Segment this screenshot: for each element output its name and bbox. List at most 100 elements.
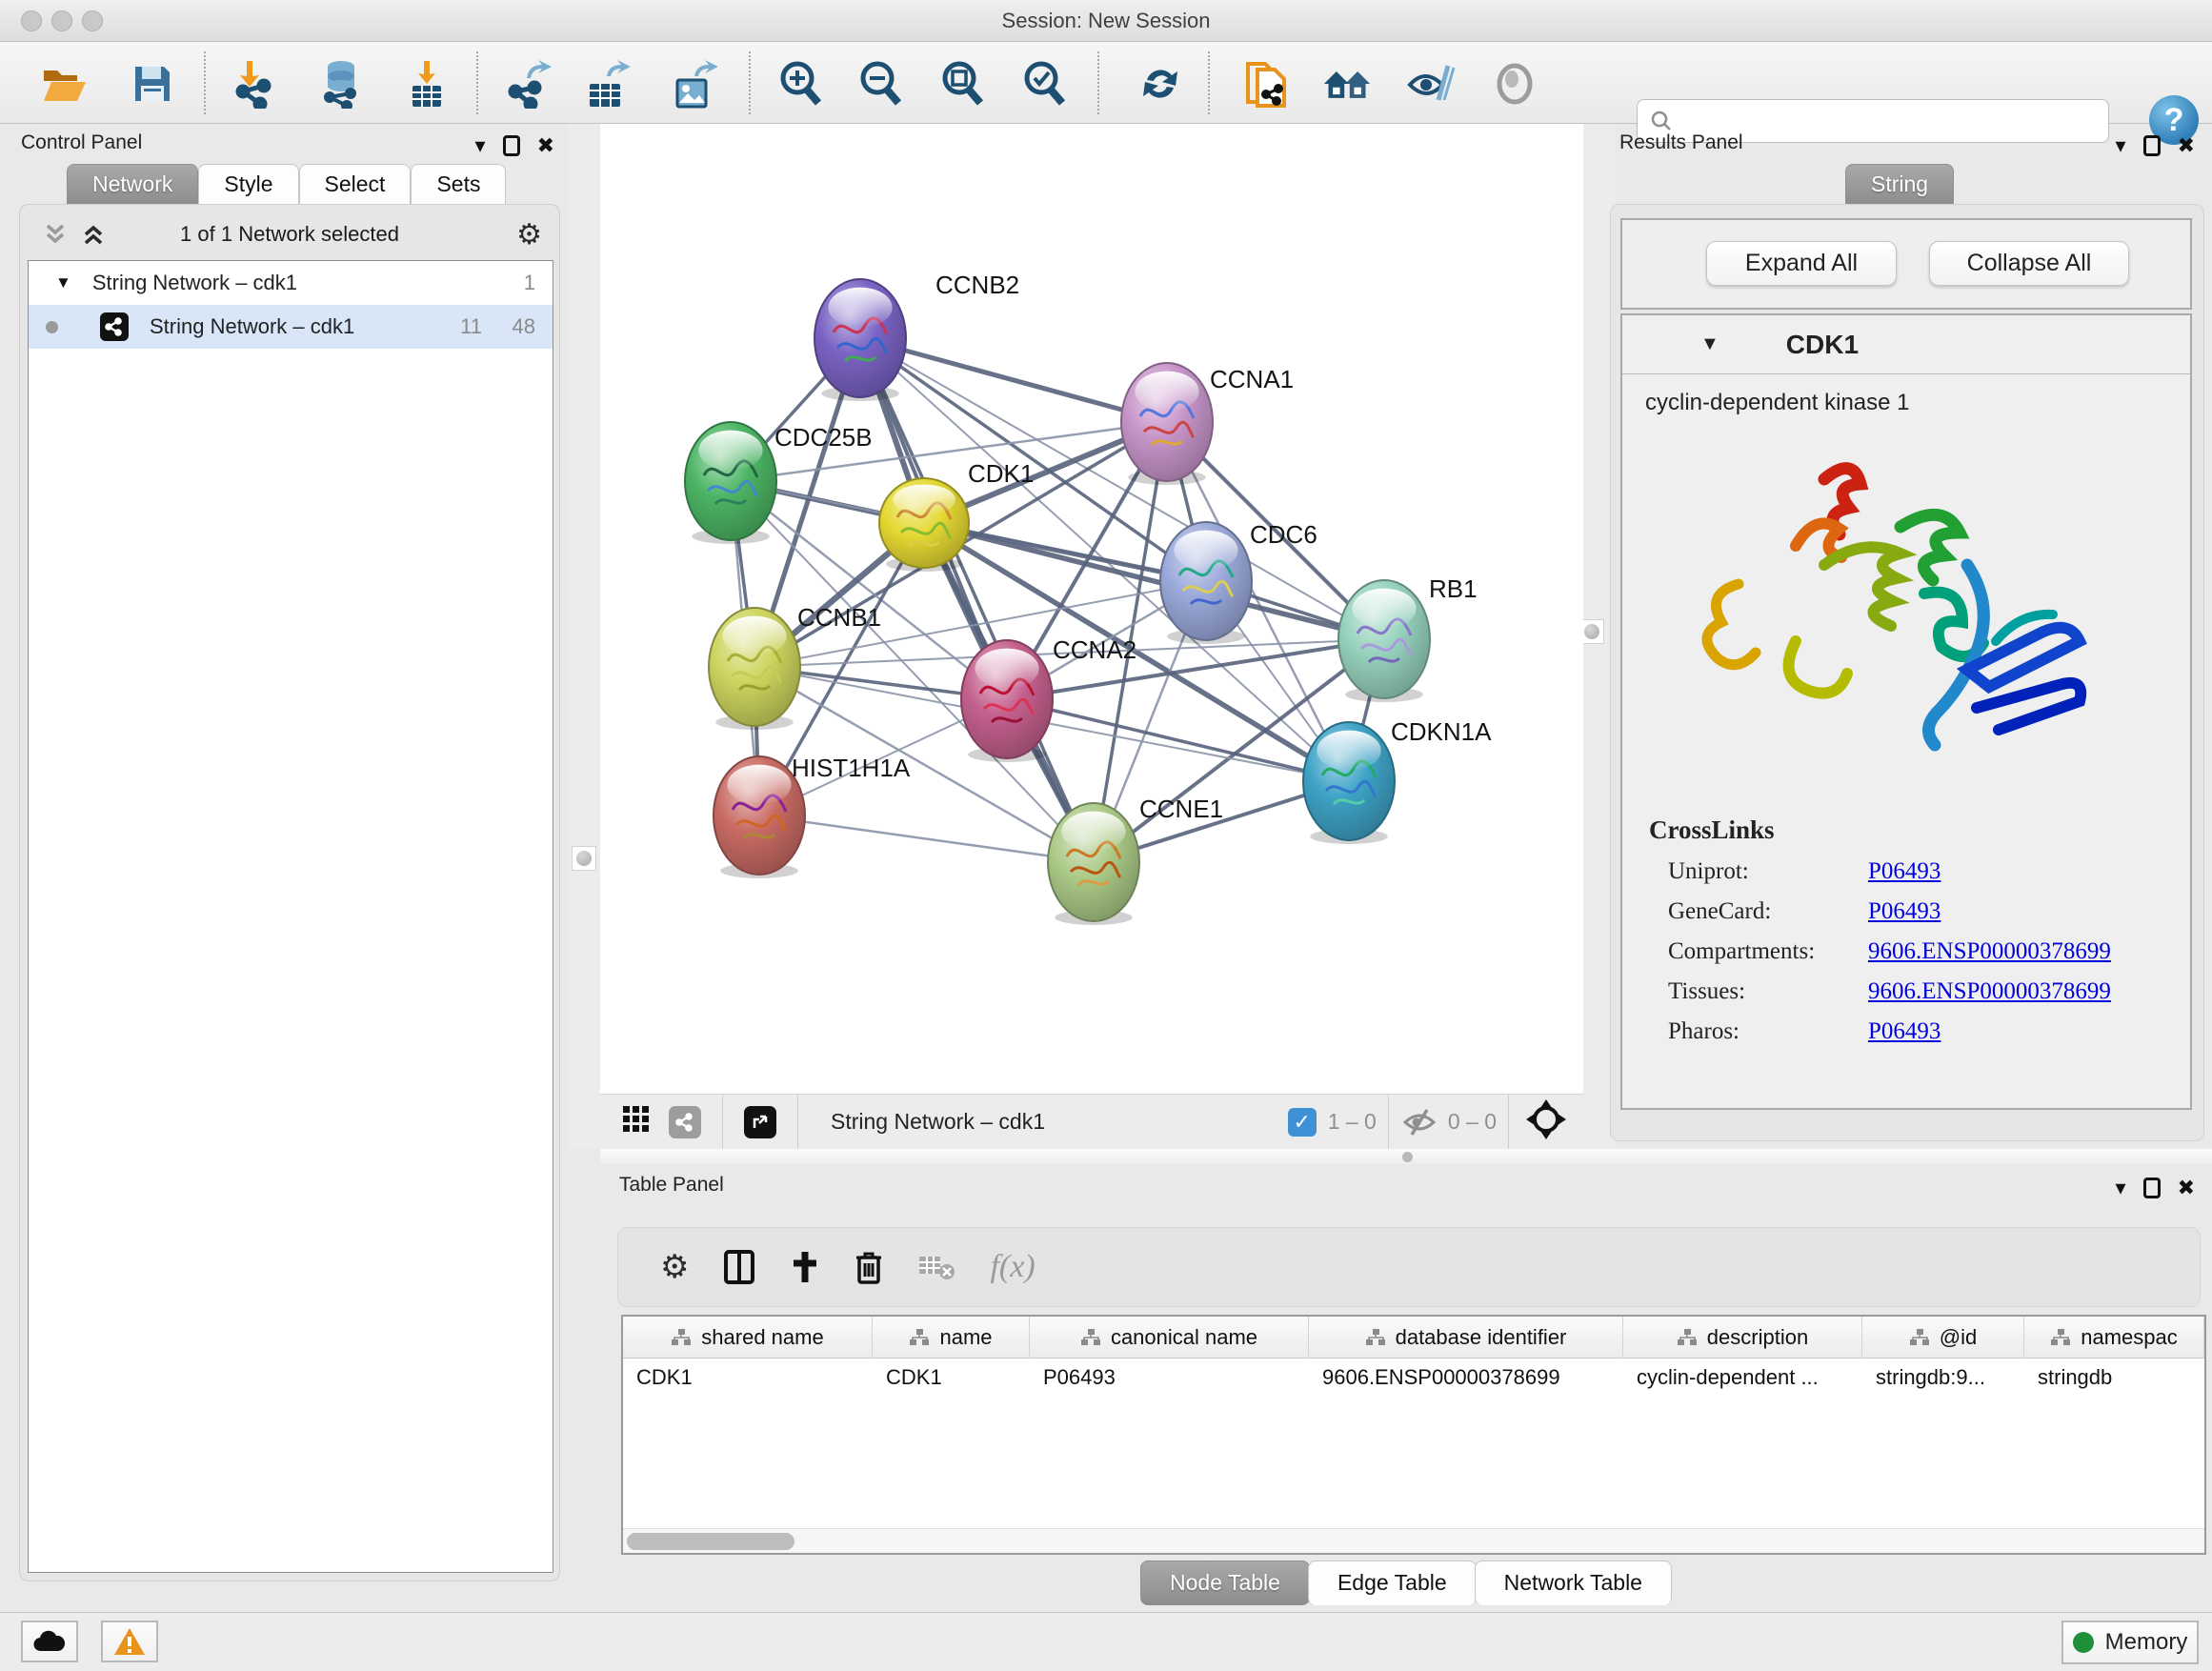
zoom-fit-button[interactable] — [937, 59, 987, 109]
control-panel-title: Control Panel — [21, 131, 142, 154]
import-database-button[interactable] — [316, 59, 366, 109]
table-row[interactable]: CDK1CDK1P064939606.ENSP00000378699cyclin… — [623, 1359, 2204, 1399]
node-CCNB1[interactable]: CCNB1 — [709, 603, 881, 730]
tab-select[interactable]: Select — [299, 164, 412, 205]
panel-menu-icon[interactable]: ▾ — [475, 133, 486, 158]
close-panel-icon[interactable]: ✖ — [537, 133, 554, 158]
horizontal-splitter[interactable] — [600, 1149, 2212, 1164]
export-network-button[interactable] — [503, 59, 553, 109]
zoom-in-button[interactable] — [775, 59, 825, 109]
column-header--id[interactable]: @id — [1862, 1317, 2024, 1358]
column-header-name[interactable]: name — [873, 1317, 1030, 1358]
zoom-selected-button[interactable] — [1019, 59, 1069, 109]
first-neighbors-button[interactable] — [1322, 59, 1372, 109]
column-header-canonical-name[interactable]: canonical name — [1030, 1317, 1309, 1358]
hide-selection-button[interactable] — [1406, 59, 1456, 109]
table-cell[interactable]: 9606.ENSP00000378699 — [1309, 1359, 1623, 1399]
panel-menu-icon[interactable]: ▾ — [2116, 1176, 2126, 1200]
tab-sets[interactable]: Sets — [411, 164, 506, 205]
delete-column-trash-icon[interactable] — [855, 1249, 883, 1285]
crosslink-link[interactable]: 9606.ENSP00000378699 — [1868, 978, 2111, 1005]
export-table-button[interactable] — [583, 59, 633, 109]
table-options-gear-icon[interactable]: ⚙ — [660, 1248, 689, 1286]
tab-network-table[interactable]: Network Table — [1475, 1560, 1672, 1605]
delete-table-icon[interactable] — [917, 1253, 955, 1281]
column-header-shared-name[interactable]: shared name — [623, 1317, 873, 1358]
gene-section-header[interactable]: ▼ CDK1 — [1622, 315, 2190, 374]
birdseye-grid-button[interactable] — [621, 1104, 652, 1139]
open-session-button[interactable] — [40, 59, 90, 109]
selected-checkbox-icon[interactable]: ✓ — [1288, 1108, 1317, 1137]
float-panel-icon[interactable] — [503, 135, 520, 156]
collapse-all-button[interactable]: Collapse All — [1929, 241, 2129, 286]
network-row-selected[interactable]: String Network – cdk1 11 48 — [29, 305, 553, 349]
tab-node-table[interactable]: Node Table — [1140, 1560, 1310, 1605]
table-cell[interactable]: CDK1 — [873, 1359, 1030, 1399]
node-CDC25B[interactable]: CDC25B — [685, 422, 873, 544]
network-view-title: String Network – cdk1 — [831, 1109, 1288, 1135]
crosslink-link[interactable]: P06493 — [1868, 858, 1941, 885]
table-cell[interactable]: stringdb — [2024, 1359, 2204, 1399]
network-overview-button[interactable] — [669, 1106, 701, 1138]
open-in-new-window-button[interactable] — [744, 1106, 776, 1138]
import-network-button[interactable] — [231, 59, 280, 109]
tab-style[interactable]: Style — [198, 164, 298, 205]
edge-HIST1H1A-CCNE1[interactable] — [759, 815, 1094, 862]
network-collection-row[interactable]: ▼ String Network – cdk1 1 — [29, 261, 553, 305]
tab-string[interactable]: String — [1845, 164, 1954, 205]
node-CCNE1[interactable]: CCNE1 — [1048, 795, 1223, 925]
crosslink-link[interactable]: P06493 — [1868, 898, 1941, 925]
crosslink-link[interactable]: P06493 — [1868, 1018, 1941, 1045]
close-panel-icon[interactable]: ✖ — [2178, 1176, 2195, 1200]
table-horizontal-scrollbar[interactable] — [623, 1528, 2204, 1553]
expand-all-button[interactable]: Expand All — [1706, 241, 1897, 286]
node-label: CCNB1 — [797, 603, 881, 632]
float-panel-icon[interactable] — [2143, 135, 2161, 156]
save-session-button[interactable] — [128, 59, 177, 109]
float-panel-icon[interactable] — [2143, 1178, 2161, 1198]
fit-content-button[interactable] — [1526, 1099, 1566, 1144]
left-splitter-handle[interactable] — [572, 846, 596, 871]
new-network-from-selection-button[interactable] — [1240, 59, 1290, 109]
node-RB1[interactable]: RB1 — [1338, 574, 1478, 702]
network-edge-count: 48 — [513, 314, 535, 339]
zoom-out-button[interactable] — [855, 59, 905, 109]
close-panel-icon[interactable]: ✖ — [2178, 133, 2195, 158]
add-column-icon[interactable] — [790, 1250, 820, 1284]
horizontal-splitter-handle[interactable] — [1402, 1152, 1413, 1162]
table-cell[interactable]: P06493 — [1030, 1359, 1309, 1399]
network-view-canvas[interactable]: CCNB2CCNA1CDC25BCDK1CDC6RB1CCNB1CCNA2CDK… — [600, 124, 1583, 1094]
tab-network[interactable]: Network — [67, 164, 198, 205]
panel-menu-icon[interactable]: ▾ — [2116, 133, 2126, 158]
collapse-section-caret[interactable]: ▼ — [1700, 333, 1719, 355]
column-header-database-identifier[interactable]: database identifier — [1309, 1317, 1623, 1358]
refresh-button[interactable] — [1136, 59, 1185, 109]
import-table-icon — [405, 59, 449, 109]
tab-edge-table[interactable]: Edge Table — [1308, 1560, 1477, 1605]
network-options-gear-icon[interactable]: ⚙ — [516, 218, 542, 252]
column-header-namespac[interactable]: namespac — [2024, 1317, 2204, 1358]
node-CCNB2[interactable]: CCNB2 — [814, 271, 1019, 401]
table-cell[interactable]: stringdb:9... — [1862, 1359, 2024, 1399]
node-CCNA1[interactable]: CCNA1 — [1121, 363, 1294, 485]
columns-icon[interactable] — [723, 1249, 755, 1285]
column-header-description[interactable]: description — [1623, 1317, 1862, 1358]
table-cell[interactable]: CDK1 — [623, 1359, 873, 1399]
import-table-button[interactable] — [402, 59, 452, 109]
warnings-button[interactable] — [101, 1621, 158, 1662]
network-graph[interactable]: CCNB2CCNA1CDC25BCDK1CDC6RB1CCNB1CCNA2CDK… — [600, 124, 1583, 1094]
export-image-button[interactable] — [669, 59, 718, 109]
show-all-button[interactable] — [1490, 59, 1539, 109]
memory-button[interactable]: Memory — [2061, 1621, 2199, 1664]
edge-CCNA2-CDKN1A[interactable] — [1007, 699, 1349, 781]
node-CDKN1A[interactable]: CDKN1A — [1303, 717, 1492, 844]
left-splitter[interactable] — [568, 124, 600, 1149]
table-cell[interactable]: cyclin-dependent ... — [1623, 1359, 1862, 1399]
node-HIST1H1A[interactable]: HIST1H1A — [714, 754, 911, 878]
collection-expand-caret[interactable]: ▼ — [55, 273, 71, 292]
edge-CCNB2-CCNE1[interactable] — [860, 338, 1094, 862]
scrollbar-thumb[interactable] — [627, 1533, 794, 1550]
crosslink-link[interactable]: 9606.ENSP00000378699 — [1868, 938, 2111, 965]
function-builder-icon[interactable]: f(x) — [990, 1249, 1035, 1285]
cloud-button[interactable] — [21, 1621, 78, 1662]
